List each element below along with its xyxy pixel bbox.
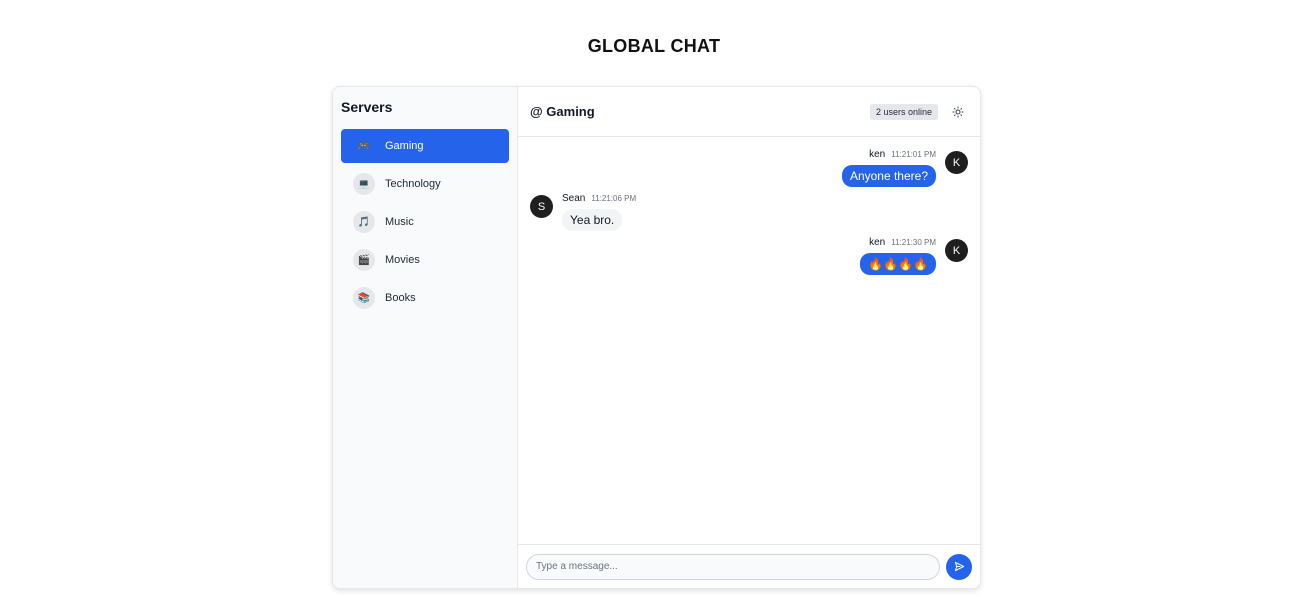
gamepad-icon: 🎮: [353, 135, 375, 157]
message-body: Sean 11:21:06 PM Yea bro.: [562, 193, 636, 231]
sun-icon: [952, 106, 964, 117]
message-item: K ken 11:21:01 PM Anyone there?: [530, 149, 968, 187]
sidebar: Servers 🎮 Gaming 💻 Technology 🎵 Music 🎬 …: [333, 87, 518, 588]
avatar: K: [945, 239, 968, 262]
message-item: S Sean 11:21:06 PM Yea bro.: [530, 193, 968, 231]
message-composer: [518, 544, 980, 588]
sidebar-item-label: Books: [385, 292, 416, 304]
laptop-icon: 💻: [353, 173, 375, 195]
sidebar-item-label: Technology: [385, 178, 441, 190]
avatar: K: [945, 151, 968, 174]
chat-header: @ Gaming 2 users online: [518, 87, 980, 137]
chat-app: Servers 🎮 Gaming 💻 Technology 🎵 Music 🎬 …: [332, 86, 981, 589]
send-button[interactable]: [946, 553, 972, 580]
sidebar-title: Servers: [341, 99, 393, 115]
clapperboard-icon: 🎬: [353, 249, 375, 271]
sidebar-item-music[interactable]: 🎵 Music: [341, 205, 509, 239]
music-note-icon: 🎵: [353, 211, 375, 233]
books-icon: 📚: [353, 287, 375, 309]
message-meta: ken 11:21:01 PM: [869, 149, 936, 162]
online-users-badge: 2 users online: [869, 103, 938, 120]
sidebar-item-label: Gaming: [385, 140, 424, 152]
message-bubble: Yea bro.: [562, 209, 623, 231]
sidebar-item-technology[interactable]: 💻 Technology: [341, 167, 509, 201]
message-item: K ken 11:21:30 PM 🔥🔥🔥🔥: [530, 237, 968, 275]
message-meta: Sean 11:21:06 PM: [562, 193, 636, 206]
message-author: ken: [869, 237, 886, 248]
sidebar-item-label: Movies: [385, 254, 420, 266]
chat-main: @ Gaming 2 users online K ken 11:21:01 P…: [518, 87, 980, 588]
page-title: GLOBAL CHAT: [587, 36, 721, 56]
channel-name: @ Gaming: [530, 104, 595, 119]
message-time: 11:21:01 PM: [891, 150, 936, 159]
avatar: S: [530, 195, 553, 218]
server-list: 🎮 Gaming 💻 Technology 🎵 Music 🎬 Movies 📚…: [341, 129, 509, 315]
sidebar-item-books[interactable]: 📚 Books: [341, 281, 509, 315]
message-bubble: 🔥🔥🔥🔥: [860, 253, 936, 275]
theme-toggle-button[interactable]: [948, 102, 968, 122]
sidebar-item-label: Music: [385, 216, 414, 228]
message-input[interactable]: [526, 553, 940, 580]
message-author: Sean: [562, 193, 586, 204]
sidebar-item-movies[interactable]: 🎬 Movies: [341, 243, 509, 277]
message-author: ken: [869, 149, 886, 160]
message-time: 11:21:06 PM: [591, 194, 637, 203]
message-body: ken 11:21:30 PM 🔥🔥🔥🔥: [860, 237, 936, 275]
sidebar-item-gaming[interactable]: 🎮 Gaming: [341, 129, 509, 163]
message-bubble: Anyone there?: [841, 165, 936, 187]
message-meta: ken 11:21:30 PM: [869, 237, 936, 250]
send-icon: [954, 561, 964, 572]
message-body: ken 11:21:01 PM Anyone there?: [841, 149, 936, 187]
message-time: 11:21:30 PM: [891, 238, 936, 247]
message-list: K ken 11:21:01 PM Anyone there? S Sean 1…: [518, 137, 980, 544]
